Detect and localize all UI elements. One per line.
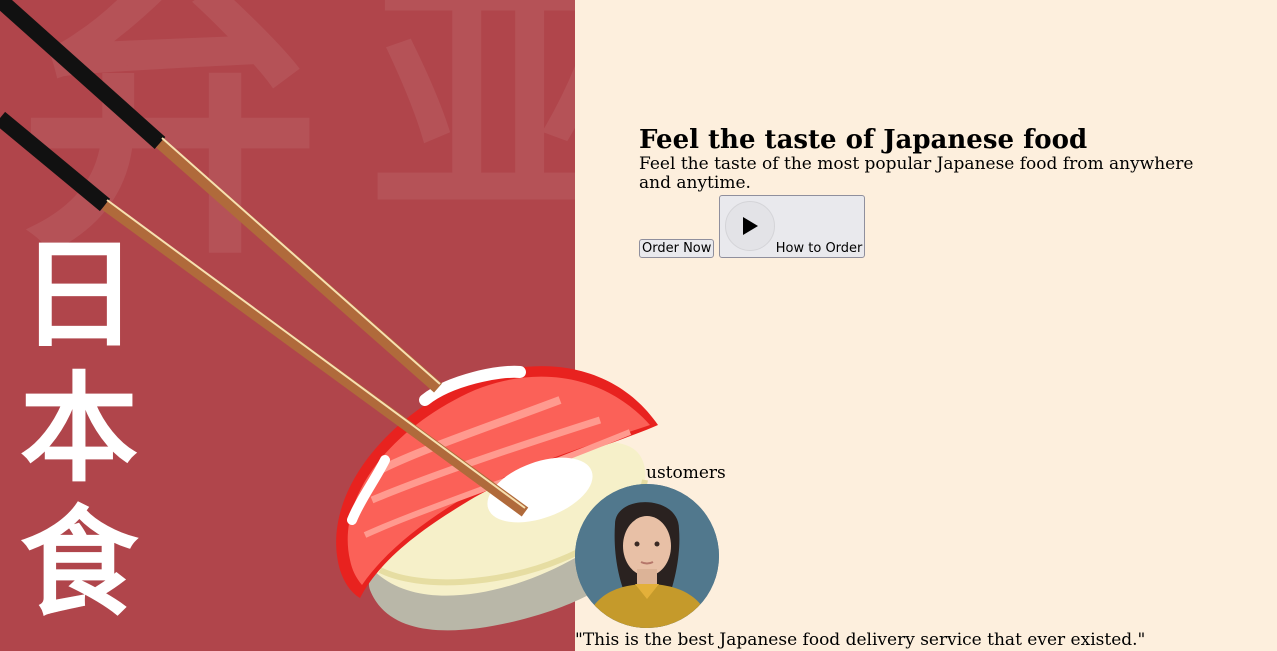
how-to-order-button[interactable]: How to Order: [719, 195, 866, 258]
customer-avatar: [575, 484, 719, 628]
play-icon: [725, 201, 776, 251]
hero-actions: Order Now How to Order: [639, 195, 1239, 258]
hero-section: Feel the taste of Japanese food Feel the…: [639, 125, 1239, 258]
hero-title: Feel the taste of Japanese food: [639, 125, 1088, 155]
order-now-button[interactable]: Order Now: [639, 239, 715, 258]
customers-heading: ustomers: [646, 463, 726, 483]
hero-subtitle: Feel the taste of the most popular Japan…: [639, 154, 1194, 193]
how-to-order-label: How to Order: [775, 241, 863, 256]
testimonial-quote: "This is the best Japanese food delivery…: [575, 630, 1146, 650]
